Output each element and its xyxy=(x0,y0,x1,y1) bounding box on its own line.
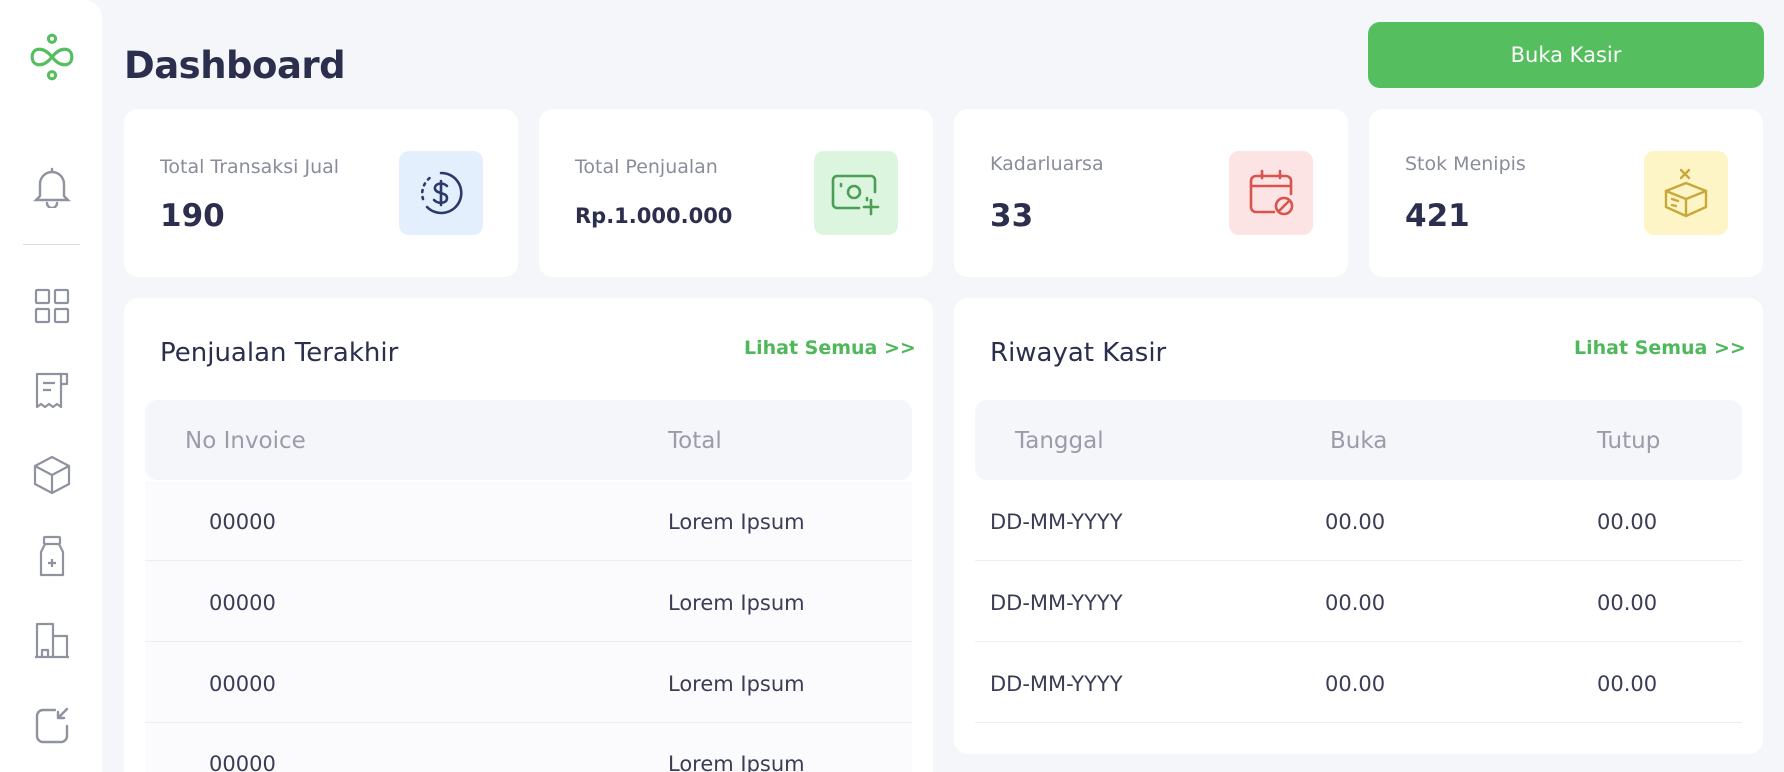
close-time-cell: 00.00 xyxy=(1597,591,1658,615)
page-title: Dashboard xyxy=(124,44,346,87)
grid-icon[interactable] xyxy=(29,283,75,329)
box-icon[interactable] xyxy=(29,452,75,498)
total-cell: Lorem Ipsum xyxy=(668,672,805,696)
column-header-date[interactable]: Tanggal xyxy=(1015,428,1104,454)
stat-card-expired[interactable]: Kadarluarsa 33 xyxy=(954,109,1348,277)
column-header-total[interactable]: Total xyxy=(668,428,722,454)
row-divider xyxy=(975,722,1742,723)
stat-card-sales-total[interactable]: Total Penjualan Rp.1.000.000 xyxy=(539,109,933,277)
logo-icon[interactable] xyxy=(29,33,75,81)
total-cell: Lorem Ipsum xyxy=(668,510,805,534)
sidebar-divider xyxy=(23,244,80,245)
row-divider xyxy=(975,560,1742,561)
open-time-cell: 00.00 xyxy=(1325,591,1386,615)
stat-value: Rp.1.000.000 xyxy=(575,204,733,228)
stat-value: 190 xyxy=(160,198,225,234)
column-header-open[interactable]: Buka xyxy=(1330,428,1387,454)
invoice-cell: 00000 xyxy=(209,591,276,615)
bell-icon[interactable] xyxy=(29,164,75,210)
stat-value: 33 xyxy=(990,198,1034,234)
stat-label: Total Transaksi Jual xyxy=(160,156,340,178)
date-cell: DD-MM-YYYY xyxy=(990,591,1123,615)
building-icon[interactable] xyxy=(29,617,75,663)
stat-value: 421 xyxy=(1405,198,1470,234)
receipt-icon[interactable] xyxy=(29,367,75,413)
stat-card-low-stock[interactable]: Stok Menipis 421 xyxy=(1369,109,1763,277)
calendar-block-icon xyxy=(1229,151,1313,235)
cashier-history-see-all-link[interactable]: Lihat Semua >> xyxy=(1574,337,1746,359)
row-divider xyxy=(975,641,1742,642)
open-time-cell: 00.00 xyxy=(1325,672,1386,696)
invoice-cell: 00000 xyxy=(209,510,276,534)
dollar-refresh-icon xyxy=(399,151,483,235)
open-time-cell: 00.00 xyxy=(1325,510,1386,534)
date-cell: DD-MM-YYYY xyxy=(990,672,1123,696)
column-header-invoice[interactable]: No Invoice xyxy=(185,428,306,454)
stat-label: Stok Menipis xyxy=(1405,153,1526,175)
column-header-close[interactable]: Tutup xyxy=(1597,428,1660,454)
stat-label: Kadarluarsa xyxy=(990,153,1104,175)
cashier-history-title: Riwayat Kasir xyxy=(990,338,1167,368)
close-time-cell: 00.00 xyxy=(1597,510,1658,534)
open-cashier-button[interactable]: Buka Kasir xyxy=(1368,22,1764,88)
invoice-cell: 00000 xyxy=(209,752,276,772)
logout-icon[interactable] xyxy=(29,701,75,747)
money-add-icon xyxy=(814,151,898,235)
total-cell: Lorem Ipsum xyxy=(668,752,805,772)
total-cell: Lorem Ipsum xyxy=(668,591,805,615)
recent-sales-see-all-link[interactable]: Lihat Semua >> xyxy=(744,337,916,359)
date-cell: DD-MM-YYYY xyxy=(990,510,1123,534)
close-time-cell: 00.00 xyxy=(1597,672,1658,696)
recent-sales-title: Penjualan Terakhir xyxy=(160,338,399,368)
medicine-bottle-icon[interactable] xyxy=(29,534,75,580)
box-remove-icon xyxy=(1644,151,1728,235)
sidebar xyxy=(0,0,102,772)
stat-label: Total Penjualan xyxy=(575,156,718,178)
invoice-cell: 00000 xyxy=(209,672,276,696)
stat-card-transactions[interactable]: Total Transaksi Jual 190 xyxy=(124,109,518,277)
